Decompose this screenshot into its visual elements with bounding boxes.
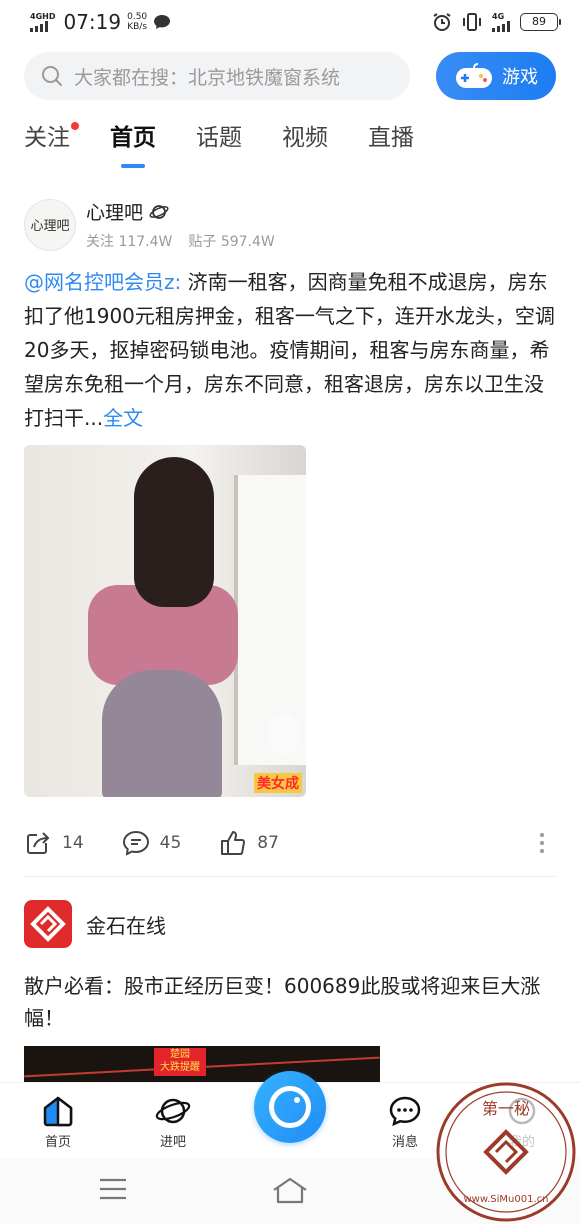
like-button[interactable]: 87 (219, 829, 279, 857)
like-count: 87 (257, 833, 279, 853)
tab-live[interactable]: 直播 (368, 118, 414, 168)
battery-icon: 89 (520, 13, 561, 31)
thumbs-up-icon (221, 831, 246, 855)
camera-icon (269, 1086, 311, 1128)
post-text[interactable]: @网名控吧会员z: 济南一租客，因商量免租不成退房，房东扣了他1900元租房押金… (24, 265, 556, 435)
share-button[interactable]: 14 (24, 829, 84, 857)
network-type: 4GHD (30, 12, 55, 32)
tab-home[interactable]: 首页 (110, 118, 156, 168)
network-label-2: 4G (492, 12, 505, 21)
message-icon (389, 1096, 421, 1127)
network-type-2: 4G (492, 12, 510, 32)
forum-name[interactable]: 心理吧 (86, 198, 143, 225)
tab-follow[interactable]: 关注 (24, 118, 79, 168)
game-button-label: 游戏 (502, 67, 538, 88)
post-image[interactable]: 美女成 (24, 445, 306, 797)
comment-count: 45 (159, 833, 182, 853)
ad-badge-line1: 楚园 (170, 1049, 190, 1060)
ad-account-name[interactable]: 金石在线 (86, 910, 166, 939)
forum-stats: 关注 117.4W 贴子 597.4W (86, 231, 275, 251)
share-icon (27, 832, 50, 854)
nav-enter[interactable]: 进吧 (143, 1095, 203, 1150)
comment-button[interactable]: 45 (122, 829, 182, 857)
image-figure-pants (102, 670, 222, 797)
camera-center-button[interactable] (254, 1071, 326, 1143)
vibrate-icon (463, 13, 481, 31)
search-row: 大家都在搜：北京地铁魔窗系统 游戏 (24, 52, 556, 100)
nav-messages[interactable]: 消息 (375, 1095, 435, 1150)
image-dog (268, 715, 300, 755)
status-bar: 4GHD 07:19 0.50 KB/s 4G 89 (0, 0, 580, 44)
search-input[interactable]: 大家都在搜：北京地铁魔窗系统 (24, 52, 410, 100)
image-figure-hair (134, 457, 214, 607)
speed-value: 0.50 (127, 12, 148, 22)
system-home-icon[interactable] (270, 1176, 310, 1206)
forum-avatar[interactable]: 心理吧 (24, 198, 76, 251)
watermark-top-text: 第一秘 (482, 1099, 530, 1118)
menu-icon[interactable] (98, 1176, 128, 1202)
forum-name-row: 心理吧 (86, 198, 275, 225)
speed-unit: KB/s (127, 22, 148, 32)
signal-icon (30, 21, 48, 32)
watermark-bottom-text: www.SiMu001.cn (464, 1194, 549, 1205)
post-divider (24, 876, 556, 877)
nav-messages-label: 消息 (391, 1135, 418, 1150)
watermark-stamp: 第一秘 www.SiMu001.cn (436, 1082, 576, 1222)
image-watermark-tag: 美女成 (254, 773, 302, 793)
chat-notification-icon (154, 15, 171, 29)
gamepad-icon (456, 63, 492, 88)
tab-video-label: 视频 (282, 125, 328, 151)
ad-badge: 楚园 大跌提醒 (154, 1048, 206, 1076)
feed-post[interactable]: 心理吧 心理吧 关注 117.4W 贴子 597.4W @网名控吧会员z: 济南… (24, 198, 556, 857)
ad-header: 金石在线 (24, 900, 556, 948)
share-count: 14 (62, 833, 84, 853)
clock: 07:19 (63, 10, 122, 34)
ad-text[interactable]: 散户必看：股市正经历巨变！600689此股或将迎来巨大涨幅！ (24, 970, 556, 1034)
tab-topics-label: 话题 (196, 125, 242, 151)
nav-enter-label: 进吧 (159, 1135, 186, 1150)
tab-topics[interactable]: 话题 (196, 118, 242, 168)
post-header: 心理吧 心理吧 关注 117.4W 贴子 597.4W (24, 198, 556, 251)
search-placeholder: 大家都在搜：北京地铁魔窗系统 (74, 66, 341, 89)
post-actions: 14 45 87 (24, 829, 556, 857)
alarm-icon (433, 13, 451, 31)
more-options-icon[interactable] (540, 833, 544, 853)
tab-home-label: 首页 (110, 125, 156, 151)
tab-video[interactable]: 视频 (282, 118, 328, 168)
top-tabs: 关注 首页 话题 视频 直播 (24, 118, 414, 168)
follow-count: 关注 117.4W (86, 234, 173, 250)
network-speed: 0.50 KB/s (127, 12, 147, 32)
nav-home-label: 首页 (44, 1135, 71, 1150)
game-button[interactable]: 游戏 (436, 52, 556, 100)
tab-live-label: 直播 (368, 125, 414, 151)
planet-icon (155, 1098, 191, 1124)
search-icon (42, 66, 62, 86)
home-icon (43, 1096, 73, 1127)
ad-badge-line2: 大跌提醒 (160, 1062, 200, 1073)
nav-home[interactable]: 首页 (28, 1095, 88, 1150)
new-indicator-dot (71, 122, 79, 130)
author-mention[interactable]: @网名控吧会员z: (24, 270, 181, 294)
post-count: 贴子 597.4W (188, 234, 275, 250)
network-label: 4GHD (30, 12, 56, 21)
ad-logo-icon[interactable] (24, 900, 72, 948)
tab-follow-label: 关注 (24, 125, 70, 151)
comment-icon (122, 830, 149, 856)
signal-icon-2 (492, 21, 510, 32)
read-more-link[interactable]: 全文 (103, 406, 143, 430)
planet-badge-icon (149, 204, 169, 219)
